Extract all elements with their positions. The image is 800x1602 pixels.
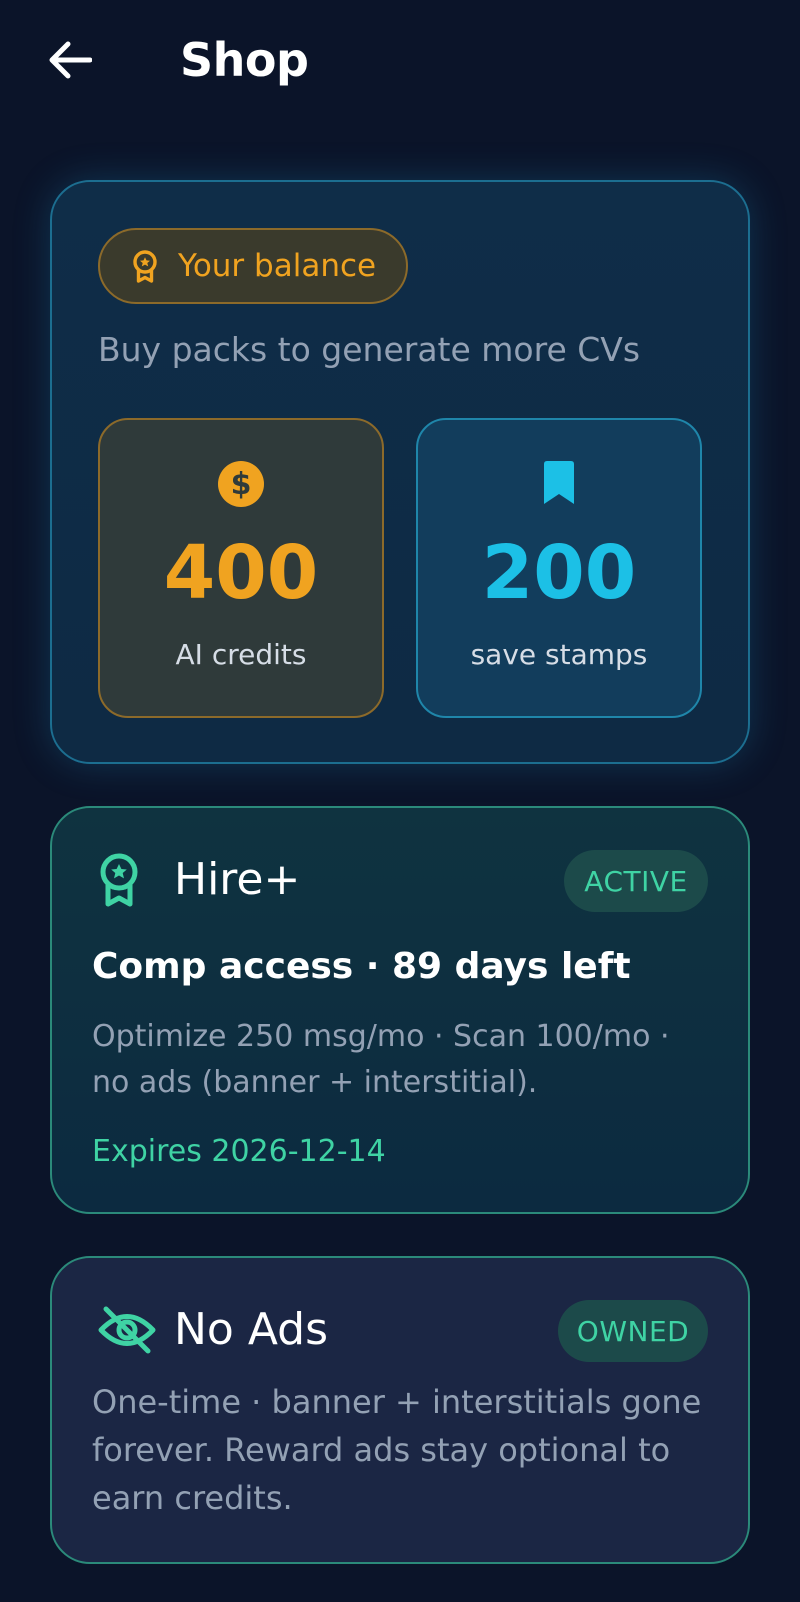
save-stamps-stat: 200 save stamps [416,418,702,718]
bookmark-icon [418,460,700,508]
balance-pill-label: Your balance [178,248,377,284]
no-ads-title: No Ads [174,1304,328,1355]
hire-plus-description: Optimize 250 msg/mo · Scan 100/mo · no a… [92,1019,670,1100]
award-ribbon-icon [130,249,160,283]
balance-pill: Your balance [98,228,408,304]
arrow-left-icon [49,41,92,79]
top-app-bar: Shop [0,0,800,124]
back-button[interactable] [40,30,100,90]
ai-credits-stat: $ 400 AI credits [98,418,384,718]
balance-card: Your balance Buy packs to generate more … [50,180,750,764]
hire-plus-headline: Comp access · 89 days left [92,946,631,987]
status-badge: ACTIVE [564,850,708,912]
status-badge: OWNED [558,1300,708,1362]
save-stamps-value: 200 [481,530,637,616]
no-ads-card[interactable]: No Ads OWNED One-time · banner + interst… [50,1256,750,1564]
ai-credits-value: 400 [163,530,319,616]
ai-credits-label: AI credits [175,638,307,671]
dollar-coin-icon: $ [100,460,382,508]
eye-off-icon [98,1302,156,1358]
balance-subtitle: Buy packs to generate more CVs [98,330,641,369]
hire-plus-title: Hire+ [174,854,301,905]
svg-text:$: $ [231,467,252,502]
page-title: Shop [180,33,309,87]
award-ribbon-icon [98,852,144,908]
hire-plus-expiry: Expires 2026-12-14 [92,1134,386,1169]
hire-plus-card[interactable]: Hire+ ACTIVE Comp access · 89 days left … [50,806,750,1214]
no-ads-description: One-time · banner + interstitials gone f… [92,1383,702,1517]
save-stamps-label: save stamps [470,638,648,671]
